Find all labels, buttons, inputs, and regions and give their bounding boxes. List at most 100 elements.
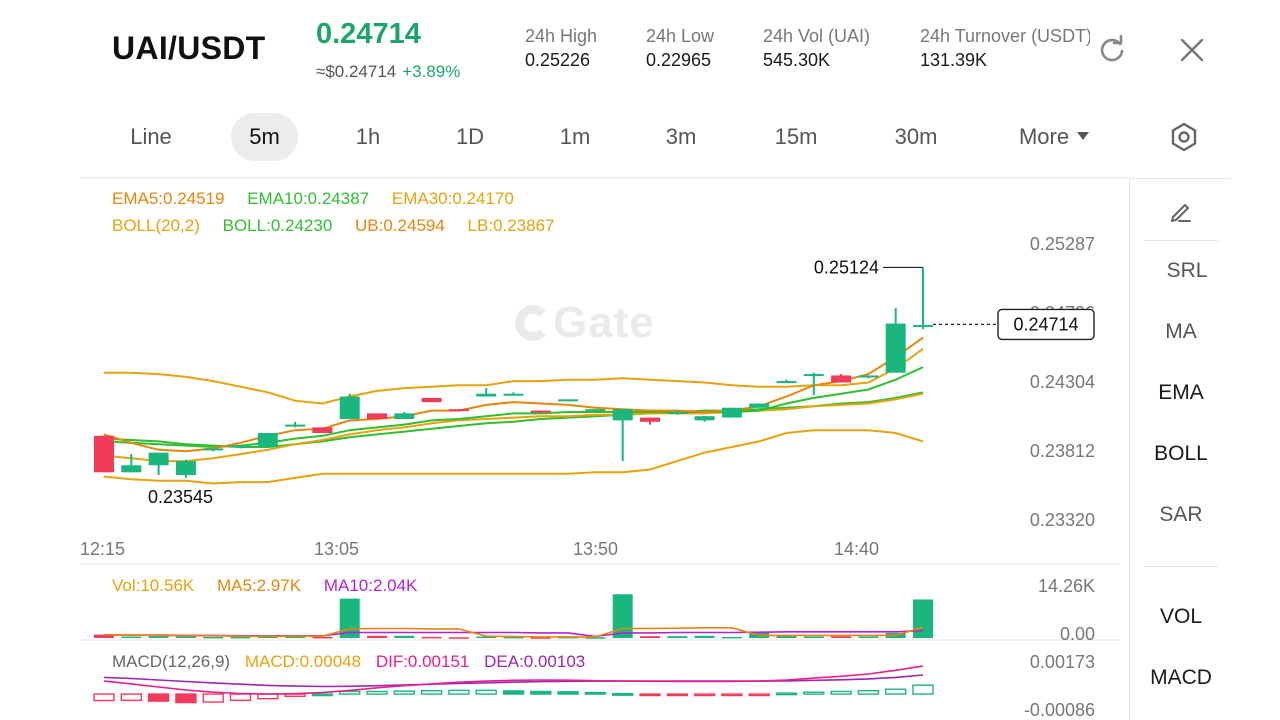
volume-bar [858, 636, 879, 639]
macd-histogram-bar [857, 690, 880, 695]
candle-body [148, 452, 169, 466]
volume-bar [230, 636, 251, 639]
candle-body [503, 393, 524, 396]
macd-histogram-bar [885, 688, 907, 695]
y-tick-label: 0.25287 [1030, 234, 1095, 254]
volume-bar [694, 635, 715, 638]
macd-histogram-bar [175, 693, 197, 704]
macd-histogram-bar [147, 693, 170, 702]
macd-histogram-bar [502, 690, 525, 695]
dif-label: DIF:0.00151 [375, 652, 470, 671]
macd-histogram-bar [475, 689, 497, 695]
candle-body [858, 375, 879, 378]
indicator-sar[interactable]: SAR [1130, 503, 1232, 527]
candle-body [257, 433, 278, 448]
macd-legend: MACD(12,26,9) MACD:0.00048 DIF:0.00151 D… [112, 652, 603, 672]
x-tick-label: 12:15 [80, 539, 125, 559]
candle-body [667, 411, 688, 414]
candle-body [585, 409, 606, 412]
candle-body [421, 397, 442, 403]
candle-body [530, 410, 551, 413]
candle-body [367, 413, 387, 419]
candle-body [203, 448, 224, 451]
macd-histogram-bar [557, 691, 579, 695]
y-tick-label: 0.23812 [1030, 441, 1095, 461]
last-price-tag-label: 0.24714 [1013, 314, 1078, 334]
vol-max-label: 14.26K [1038, 576, 1095, 596]
macd-histogram-bar [584, 691, 607, 695]
indicator-ma[interactable]: MA [1130, 320, 1232, 344]
macd-histogram-bar [748, 693, 770, 697]
macd-value-label: MACD:0.00048 [244, 652, 362, 671]
macd-histogram-bar [693, 693, 716, 697]
ema30-line [103, 392, 924, 463]
divider [1144, 240, 1218, 241]
volume-bar [667, 636, 688, 638]
macd-histogram-bar [612, 692, 634, 696]
indicator-ema[interactable]: EMA [1130, 381, 1232, 405]
boll-mid-label: BOLL:0.24230 [222, 216, 333, 235]
macd-histogram-bar [420, 690, 443, 695]
volume-bar [421, 636, 442, 639]
y-tick-label: 0.23320 [1030, 510, 1095, 530]
ema30-label: EMA30:0.24170 [391, 189, 514, 208]
ema5-label: EMA5:0.24519 [112, 189, 225, 208]
candle-body [394, 413, 415, 419]
volume-bar [121, 636, 142, 639]
macd-histogram-bar [393, 690, 415, 695]
vol-legend: Vol:10.56K MA5:2.97K MA10:2.04K [112, 576, 435, 596]
candle-body [913, 324, 933, 327]
macd-bottom-label: -0.00086 [1024, 700, 1095, 720]
volume-bar [640, 636, 660, 638]
candle-body [721, 407, 742, 418]
macd-histogram-bar [339, 690, 361, 695]
candle-body [831, 375, 852, 383]
volume-bar [312, 636, 333, 639]
high-marker-label: 0.25124 [814, 257, 879, 277]
candle-body [558, 399, 579, 402]
boll-legend: BOLL(20,2) BOLL:0.24230 UB:0.24594 LB:0.… [112, 216, 573, 236]
x-tick-label: 14:40 [834, 539, 879, 559]
macd-histogram-bar [530, 690, 552, 695]
candle-body [94, 435, 114, 473]
candle-body [312, 427, 333, 434]
vol-label: Vol:10.56K [112, 576, 195, 595]
macd-histogram-bar [803, 691, 825, 695]
candle-body [803, 374, 824, 377]
vol-ma10-label: MA10:2.04K [323, 576, 418, 595]
candle-body [476, 393, 497, 397]
volume-bar [721, 636, 742, 639]
volume-bar [831, 636, 852, 638]
x-tick-label: 13:50 [573, 539, 618, 559]
y-tick-label: 0.24304 [1030, 372, 1095, 392]
indicator-boll[interactable]: BOLL [1130, 442, 1232, 466]
indicator-srl[interactable]: SRL [1136, 259, 1238, 283]
macd-histogram-bar [448, 689, 470, 695]
volume-bar [803, 636, 824, 639]
pencil-icon[interactable] [1167, 197, 1195, 225]
indicator-macd[interactable]: MACD [1130, 666, 1232, 690]
candle-body [175, 461, 196, 476]
macd-histogram-bar [912, 684, 934, 695]
macd-histogram-bar [120, 693, 143, 702]
macd-params-label: MACD(12,26,9) [112, 652, 231, 671]
candle-body [776, 381, 797, 384]
kline-chart[interactable]: 0.252870.247960.243040.238120.2332012:15… [0, 0, 1280, 720]
macd-histogram-bar [229, 693, 252, 702]
ema10-label: EMA10:0.24387 [247, 189, 370, 208]
macd-histogram-bar [639, 693, 661, 697]
indicator-vol[interactable]: VOL [1130, 605, 1232, 629]
vol-zero-label: 0.00 [1060, 624, 1095, 644]
candle-body [285, 424, 306, 427]
volume-bar [394, 635, 415, 638]
vol-ma5-label: MA5:2.97K [216, 576, 302, 595]
macd-histogram-bar [830, 690, 852, 695]
macd-histogram-bar [775, 692, 798, 696]
macd-histogram-bar [721, 693, 743, 697]
ema-legend: EMA5:0.24519 EMA10:0.24387 EMA30:0.24170 [112, 189, 532, 209]
candle-body [339, 396, 360, 419]
candle-body [640, 417, 660, 422]
volume-bar [148, 636, 169, 638]
macd-histogram-bar [311, 693, 334, 697]
candle-body [694, 416, 715, 421]
